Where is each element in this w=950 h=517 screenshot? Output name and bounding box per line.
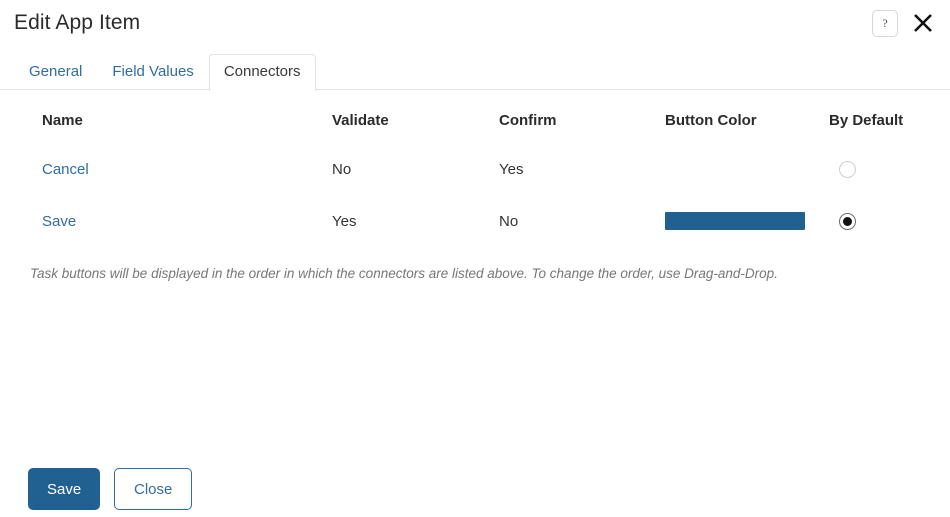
dialog-header: Edit App Item ? (0, 0, 950, 50)
header-actions: ? (872, 8, 938, 38)
table-row: Save Yes No (0, 195, 950, 247)
by-default-radio-save[interactable] (839, 212, 856, 230)
tab-general[interactable]: General (14, 54, 97, 90)
cell-button-color (665, 143, 829, 195)
page-title: Edit App Item (14, 11, 141, 34)
dialog-footer: Save Close (28, 468, 193, 510)
cell-confirm: Yes (499, 160, 524, 178)
connector-link-cancel[interactable]: Cancel (42, 161, 89, 178)
column-header-validate: Validate (332, 112, 389, 129)
close-button[interactable] (908, 8, 938, 38)
color-swatch-save[interactable] (665, 212, 805, 230)
tab-field-values[interactable]: Field Values (97, 54, 208, 90)
by-default-radio-cancel[interactable] (839, 160, 856, 178)
close-dialog-button[interactable]: Close (114, 468, 193, 510)
column-header-button-color: Button Color (665, 112, 757, 129)
help-icon-button[interactable]: ? (872, 9, 898, 37)
save-button[interactable]: Save (28, 468, 101, 510)
table-body: Cancel No Yes Save Yes No (0, 143, 950, 247)
table-header-row: Name Validate Confirm Button Color By De… (0, 104, 950, 143)
color-swatch-empty (665, 160, 829, 178)
cell-validate: No (332, 160, 352, 178)
tab-list: General Field Values Connectors (14, 52, 950, 91)
table-row: Cancel No Yes (0, 143, 950, 195)
connectors-table: Name Validate Confirm Button Color By De… (0, 104, 950, 247)
cell-name: Cancel (0, 143, 332, 195)
cell-name: Save (0, 195, 332, 247)
tab-strip: General Field Values Connectors (0, 52, 950, 91)
cell-confirm: No (499, 212, 519, 230)
table-note: Task buttons will be displayed in the or… (30, 266, 778, 281)
cell-by-default (829, 195, 950, 247)
tab-connectors[interactable]: Connectors (208, 54, 316, 91)
close-x-icon (914, 14, 932, 32)
cell-button-color (665, 195, 829, 247)
column-header-confirm: Confirm (499, 112, 557, 129)
column-header-name: Name (42, 112, 83, 129)
question-mark-icon: ? (882, 16, 888, 30)
connector-link-save[interactable]: Save (42, 213, 76, 230)
cell-validate: Yes (332, 212, 357, 230)
cell-by-default (829, 143, 950, 195)
column-header-by-default: By Default (829, 112, 904, 129)
table-header: Name Validate Confirm Button Color By De… (0, 104, 950, 143)
